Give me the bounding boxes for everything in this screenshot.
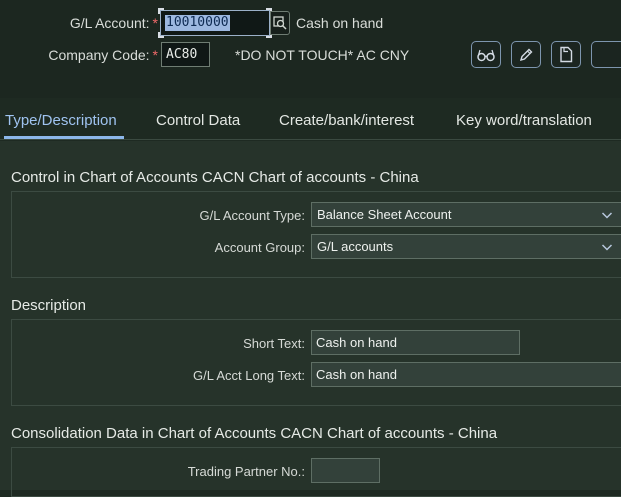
gl-account-label: G/L Account: * — [40, 15, 158, 31]
chevron-down-icon — [601, 212, 613, 219]
company-code-value: AC80 — [166, 47, 198, 62]
edit-button[interactable] — [511, 41, 541, 68]
short-text-label: Short Text: — [243, 336, 305, 351]
long-text-label: G/L Acct Long Text: — [192, 368, 305, 383]
short-text-value: Cash on hand — [316, 335, 397, 350]
value-help-icon — [273, 16, 287, 30]
tab-bar: Type/Description Control Data Create/ban… — [0, 98, 621, 140]
company-code-label-text: Company Code: — [48, 47, 150, 63]
pencil-icon — [519, 48, 533, 61]
tab-content: Control in Chart of Accounts CACN Chart … — [0, 141, 621, 497]
chevron-down-icon — [601, 244, 613, 251]
consolidation-section-title: Consolidation Data in Chart of Accounts … — [11, 425, 498, 442]
company-code-description: *DO NOT TOUCH* AC CNY — [235, 47, 410, 63]
description-section-title: Description — [11, 297, 87, 314]
gl-account-input[interactable]: 10010000 — [158, 8, 272, 38]
focus-corner — [158, 32, 164, 38]
short-text-input[interactable]: Cash on hand — [311, 330, 520, 355]
object-header: G/L Account: * 10010000 Cash on hand Comp… — [0, 0, 621, 98]
account-group-select[interactable]: G/L accounts — [311, 234, 621, 259]
value-help-button[interactable] — [270, 11, 290, 35]
trading-partner-label: Trading Partner No.: — [187, 464, 305, 479]
tab-create-bank-interest[interactable]: Create/bank/interest — [279, 112, 414, 129]
more-button[interactable] — [591, 41, 621, 68]
account-type-value: Balance Sheet Account — [317, 207, 452, 222]
focus-corner — [158, 8, 164, 14]
account-type-select[interactable]: Balance Sheet Account — [311, 202, 621, 227]
tab-type-description[interactable]: Type/Description — [5, 112, 117, 129]
trading-partner-input[interactable] — [311, 458, 380, 483]
gl-account-description: Cash on hand — [296, 15, 384, 31]
document-icon — [560, 46, 573, 63]
active-tab-indicator — [4, 136, 124, 139]
display-button[interactable] — [471, 41, 501, 68]
long-text-input[interactable]: Cash on hand — [311, 362, 621, 387]
company-code-label: Company Code: * — [30, 47, 158, 63]
required-marker: * — [152, 47, 158, 63]
gl-account-label-text: G/L Account: — [69, 15, 150, 31]
long-text-value: Cash on hand — [316, 367, 397, 382]
account-group-label: Account Group: — [214, 240, 305, 255]
create-button[interactable] — [551, 41, 581, 68]
glasses-icon — [477, 49, 495, 61]
control-section-title: Control in Chart of Accounts CACN Chart … — [11, 169, 419, 186]
tab-control-data[interactable]: Control Data — [156, 112, 240, 129]
company-code-input[interactable]: AC80 — [161, 42, 210, 67]
gl-account-value: 10010000 — [165, 15, 230, 31]
tab-key-word-translation[interactable]: Key word/translation — [456, 112, 592, 129]
required-marker: * — [152, 15, 158, 31]
account-type-label: G/L Account Type: — [199, 208, 305, 223]
account-group-value: G/L accounts — [317, 239, 394, 254]
